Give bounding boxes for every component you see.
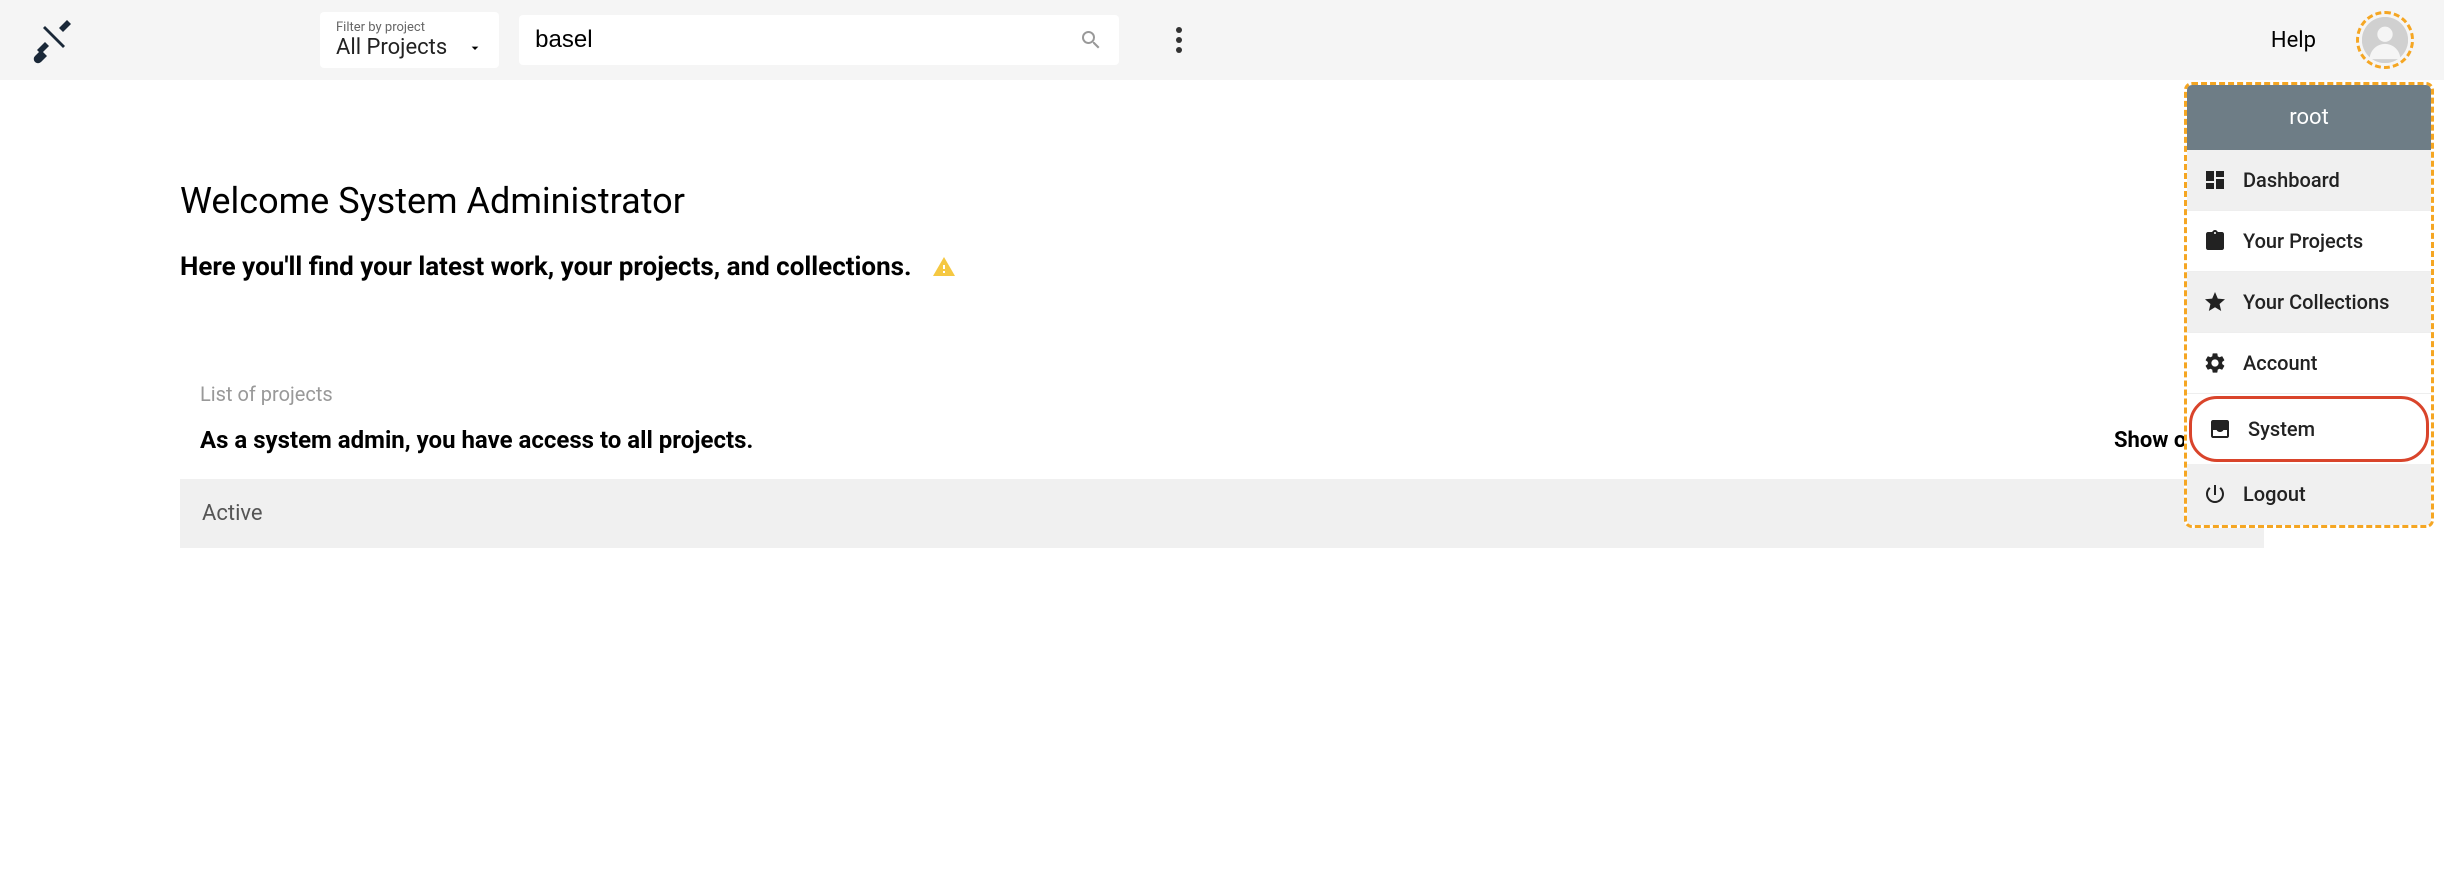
menu-item-label: Logout: [2243, 482, 2306, 506]
header: Filter by project All Projects Help: [0, 0, 2444, 80]
main-content: Welcome System Administrator Here you'll…: [0, 80, 2444, 548]
search-box: [519, 15, 1119, 65]
app-logo[interactable]: [30, 15, 80, 65]
menu-item-logout[interactable]: Logout: [2187, 464, 2431, 525]
chevron-down-icon: [467, 40, 483, 56]
menu-item-label: Your Projects: [2243, 229, 2363, 253]
dashboard-icon: [2203, 168, 2227, 192]
page-title: Welcome System Administrator: [180, 180, 2264, 222]
kebab-menu[interactable]: [1159, 20, 1199, 60]
gear-icon: [2203, 351, 2227, 375]
access-text: As a system admin, you have access to al…: [180, 426, 753, 454]
menu-item-projects[interactable]: Your Projects: [2187, 211, 2431, 272]
inbox-icon: [2208, 417, 2232, 441]
help-link[interactable]: Help: [2271, 28, 2316, 53]
menu-item-label: Account: [2243, 351, 2317, 375]
user-menu-username: root: [2187, 85, 2431, 150]
project-filter[interactable]: Filter by project All Projects: [320, 12, 499, 68]
warning-icon: [932, 255, 956, 279]
avatar-highlight: [2356, 11, 2414, 69]
user-avatar[interactable]: [2362, 17, 2408, 63]
page-subtitle: Here you'll find your latest work, your …: [180, 252, 2264, 282]
user-menu: root Dashboard Your Projects Your Collec…: [2184, 82, 2434, 528]
menu-item-dashboard[interactable]: Dashboard: [2187, 150, 2431, 211]
menu-item-label: Your Collections: [2243, 290, 2389, 314]
active-panel[interactable]: Active: [180, 479, 2264, 548]
list-label: List of projects: [180, 382, 2264, 406]
power-icon: [2203, 482, 2227, 506]
projects-section: List of projects As a system admin, you …: [180, 382, 2264, 548]
menu-item-system[interactable]: System: [2189, 396, 2429, 462]
menu-item-label: Dashboard: [2243, 168, 2340, 192]
search-icon[interactable]: [1079, 28, 1103, 52]
filter-value: All Projects: [336, 35, 447, 60]
clipboard-icon: [2203, 229, 2227, 253]
menu-item-collections[interactable]: Your Collections: [2187, 272, 2431, 333]
menu-item-account[interactable]: Account: [2187, 333, 2431, 394]
subtitle-text: Here you'll find your latest work, your …: [180, 252, 912, 282]
filter-label: Filter by project: [336, 20, 483, 35]
menu-item-label: System: [2248, 417, 2315, 441]
filter-dropdown[interactable]: All Projects: [336, 35, 483, 60]
star-icon: [2203, 290, 2227, 314]
search-input[interactable]: [535, 26, 1079, 54]
